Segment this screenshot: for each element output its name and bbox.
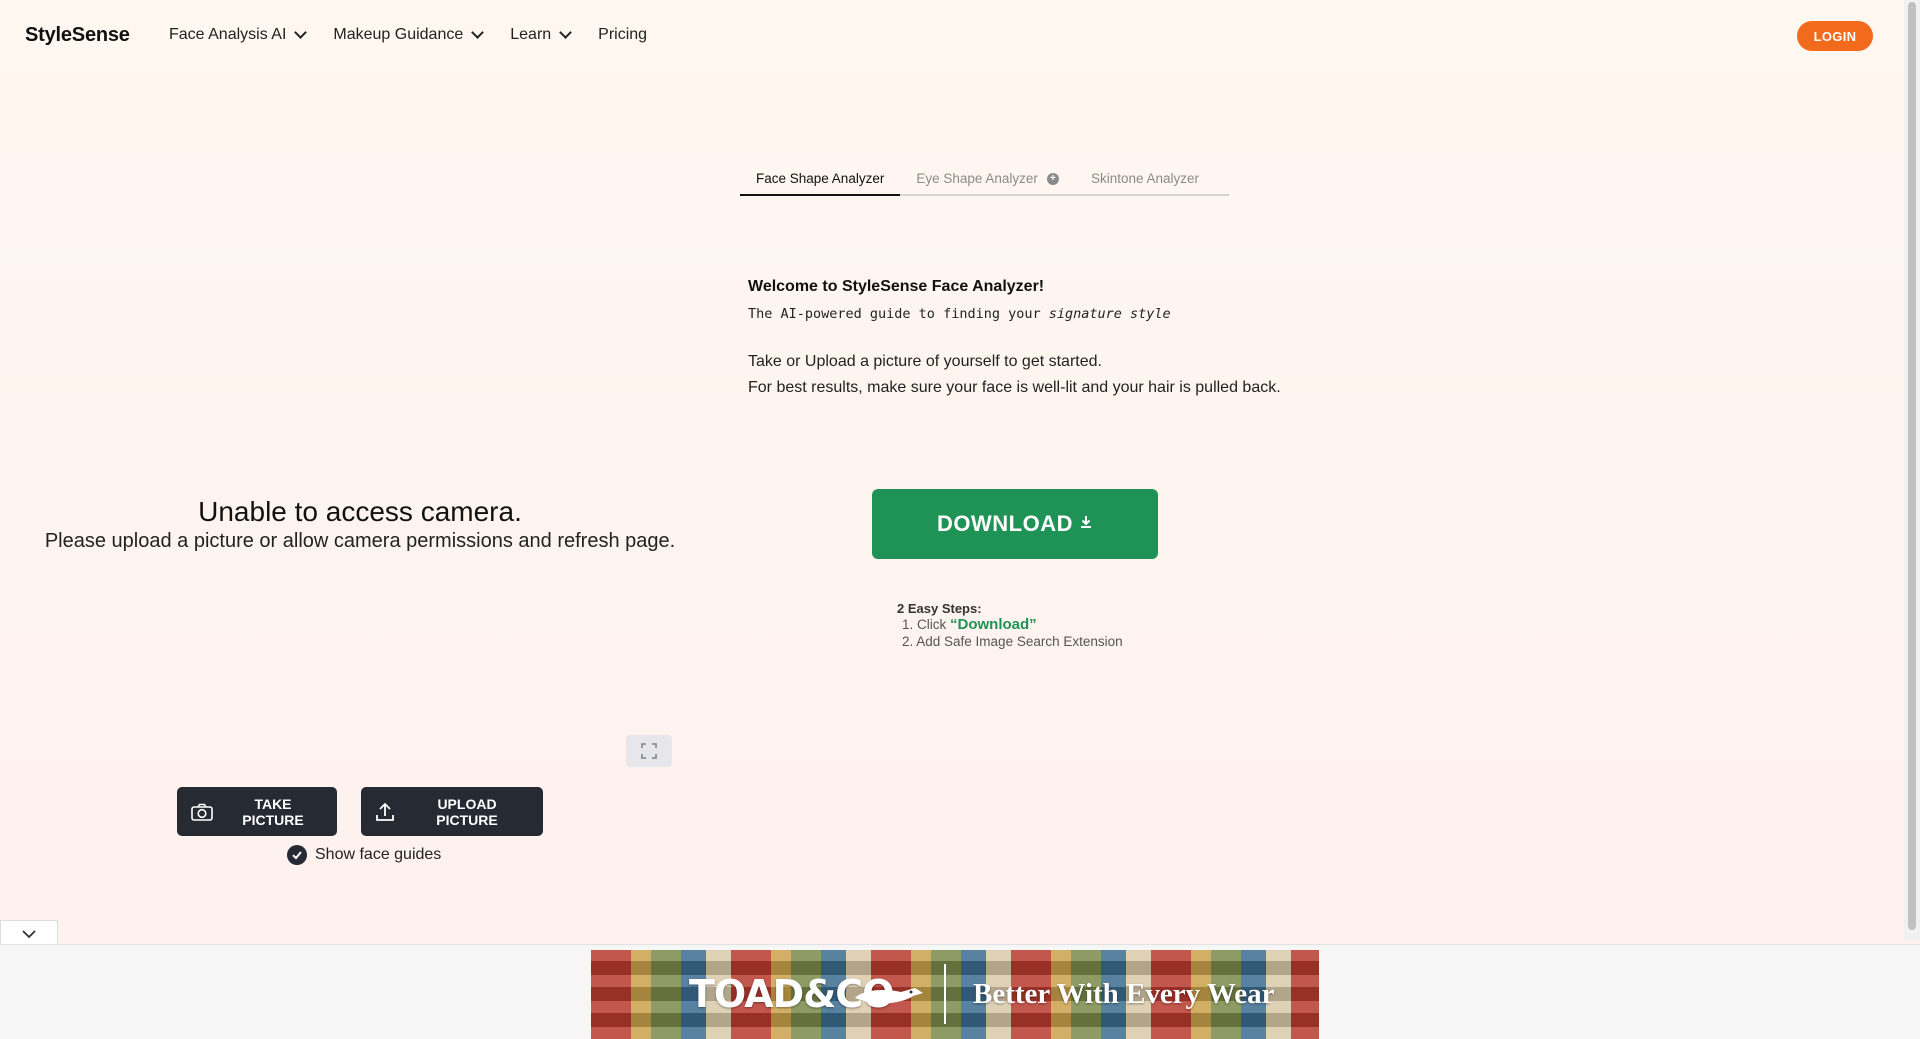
- logo[interactable]: StyleSense: [25, 24, 130, 47]
- ad-collapse-button[interactable]: [0, 920, 58, 946]
- ad-divider: [944, 964, 946, 1024]
- chevron-down-icon: [22, 929, 36, 938]
- upload-icon: [375, 802, 395, 822]
- download-icon: [1079, 515, 1093, 533]
- tab-face-shape[interactable]: Face Shape Analyzer: [740, 166, 901, 196]
- chevron-down-icon: [471, 26, 485, 39]
- ad-tagline: Better With Every Wear: [973, 978, 1275, 1010]
- main-nav: Face Analysis AI Makeup Guidance Learn P…: [169, 26, 675, 44]
- step-item: 2. Add Safe Image Search Extension: [902, 634, 1123, 649]
- nav-item-learn[interactable]: Learn: [510, 26, 573, 44]
- welcome-section: Welcome to StyleSense Face Analyzer! The…: [748, 278, 1348, 404]
- tab-label: Skintone Analyzer: [1090, 171, 1200, 186]
- welcome-title: Welcome to StyleSense Face Analyzer!: [748, 278, 1045, 295]
- frog-logo-icon: [855, 988, 923, 1004]
- tab-label: Face Shape Analyzer: [756, 171, 885, 186]
- download-button[interactable]: DOWNLOAD: [872, 489, 1158, 559]
- nav-label: Learn: [510, 26, 552, 43]
- nav-label: Makeup Guidance: [333, 26, 464, 43]
- download-steps: 2 Easy Steps: 1. Click “Download” 2. Add…: [897, 601, 1123, 650]
- welcome-tagline: The AI-powered guide to finding your sig…: [748, 306, 1348, 322]
- face-guides-toggle[interactable]: Show face guides: [287, 845, 441, 865]
- nav-item-face-analysis[interactable]: Face Analysis AI: [169, 26, 308, 44]
- top-navbar: StyleSense Face Analysis AI Makeup Guida…: [0, 0, 1904, 70]
- camera-error-title: Unable to access camera.: [198, 496, 522, 527]
- login-button[interactable]: LOGIN: [1797, 21, 1873, 51]
- step-text: 1. Click: [902, 617, 951, 632]
- chevron-down-icon: [559, 26, 573, 39]
- fullscreen-button[interactable]: [626, 735, 672, 767]
- upload-picture-button[interactable]: UPLOAD PICTURE: [361, 787, 543, 836]
- check-circle-icon[interactable]: [287, 845, 307, 865]
- camera-error-message: Unable to access camera. Please upload a…: [0, 496, 720, 553]
- page-scrollbar[interactable]: [1904, 0, 1920, 940]
- take-picture-button[interactable]: TAKE PICTURE: [177, 787, 337, 836]
- step-highlight: “Download”: [950, 616, 1037, 633]
- advertisement-banner[interactable]: TOAD&CO Better With Every Wear: [591, 950, 1319, 1039]
- download-label: DOWNLOAD: [937, 511, 1073, 536]
- camera-error-subtitle: Please upload a picture or allow camera …: [44, 530, 676, 552]
- step-item: 1. Click “Download”: [902, 616, 1123, 633]
- analyzer-tabs: Face Shape Analyzer Eye Shape Analyzer +…: [740, 166, 1229, 196]
- tagline-prefix: The AI-powered guide to finding your: [748, 306, 1049, 322]
- take-picture-label: TAKE PICTURE: [242, 795, 304, 828]
- nav-label: Face Analysis AI: [169, 26, 287, 43]
- chevron-down-icon: [294, 26, 308, 39]
- nav-item-makeup-guidance[interactable]: Makeup Guidance: [333, 26, 485, 44]
- upload-picture-label: UPLOAD PICTURE: [436, 795, 498, 828]
- camera-icon: [191, 803, 213, 821]
- tagline-emphasis: signature style: [1048, 306, 1171, 322]
- tab-skintone[interactable]: Skintone Analyzer: [1075, 166, 1215, 196]
- fullscreen-icon: [641, 743, 657, 759]
- instruction-text: For best results, make sure your face is…: [748, 379, 1281, 396]
- plus-circle-icon: +: [1046, 173, 1059, 185]
- tab-label: Eye Shape Analyzer: [916, 171, 1038, 186]
- face-guides-label: Show face guides: [315, 846, 442, 863]
- tab-eye-shape[interactable]: Eye Shape Analyzer +: [900, 166, 1075, 196]
- steps-title: 2 Easy Steps:: [897, 601, 982, 616]
- nav-label: Pricing: [598, 26, 648, 43]
- nav-item-pricing[interactable]: Pricing: [598, 26, 647, 44]
- scrollbar-thumb[interactable]: [1908, 2, 1916, 930]
